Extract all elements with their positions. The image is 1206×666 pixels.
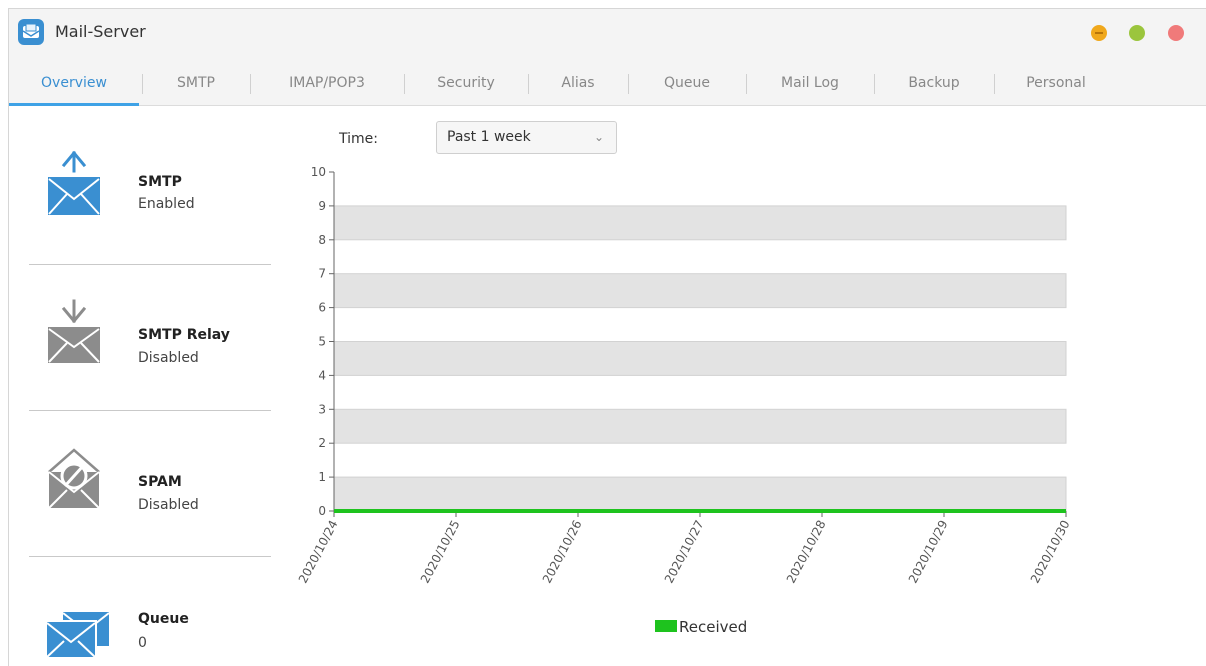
- sidebar-item-name: SPAM: [138, 474, 182, 490]
- y-tick-label: 2: [318, 436, 326, 450]
- sidebar-divider: [29, 264, 271, 265]
- y-tick-label: 9: [318, 199, 326, 213]
- time-range-value: Past 1 week: [447, 129, 531, 145]
- app-title: Mail-Server: [55, 22, 146, 41]
- sidebar-item-status: Disabled: [138, 350, 199, 366]
- mail-server-window: Mail-Server Overview SMTP IMAP/POP3 Secu…: [8, 8, 1206, 666]
- mail-queue-icon: [44, 609, 112, 663]
- grid-band: [333, 273, 1067, 309]
- grid-band: [333, 476, 1067, 512]
- tab-alias[interactable]: Alias: [529, 61, 627, 105]
- y-tick-label: 8: [318, 233, 326, 247]
- time-range-select[interactable]: Past 1 week ⌄: [436, 121, 617, 154]
- x-tick-label: 2020/10/26: [540, 518, 585, 586]
- tab-bar: Overview SMTP IMAP/POP3 Security Alias Q…: [9, 61, 1206, 106]
- legend-swatch-received: [655, 619, 677, 632]
- tab-mail-log[interactable]: Mail Log: [747, 61, 873, 105]
- sidebar-item-name: SMTP Relay: [138, 327, 230, 343]
- mail-server-app-icon: [18, 19, 44, 45]
- chevron-down-icon: ⌄: [593, 130, 604, 144]
- x-tick-label: 2020/10/25: [418, 518, 463, 586]
- sidebar-item-name: Queue: [138, 611, 189, 627]
- y-tick-label: 3: [318, 402, 326, 416]
- sidebar-item-status: Enabled: [138, 196, 195, 212]
- tab-security[interactable]: Security: [405, 61, 527, 105]
- time-filter-label: Time:: [339, 131, 378, 147]
- sidebar-item-status: 0: [138, 635, 147, 651]
- sidebar-divider: [29, 556, 271, 557]
- close-button[interactable]: [1168, 25, 1184, 41]
- grid-band: [333, 408, 1067, 444]
- y-tick-label: 1: [318, 470, 326, 484]
- sidebar-item-smtp-relay: SMTP Relay Disabled: [29, 297, 271, 443]
- x-tick-label: 2020/10/24: [296, 518, 341, 586]
- sidebar-item-status: Disabled: [138, 497, 199, 513]
- chart-legend: Received: [655, 618, 747, 636]
- y-tick-label: 6: [318, 301, 326, 315]
- grid-band: [333, 205, 1067, 241]
- y-tick-label: 0: [318, 504, 326, 518]
- x-tick-label: 2020/10/30: [1028, 518, 1073, 586]
- tab-backup[interactable]: Backup: [875, 61, 993, 105]
- maximize-button[interactable]: [1129, 25, 1145, 41]
- mail-send-icon: [47, 149, 101, 221]
- minimize-button[interactable]: [1091, 25, 1107, 41]
- grid-band: [333, 341, 1067, 376]
- sidebar-item-queue: Queue 0: [29, 589, 271, 666]
- mail-receive-icon: [47, 297, 101, 369]
- x-tick-label: 2020/10/29: [906, 518, 951, 586]
- sidebar-item-spam: SPAM Disabled: [29, 446, 271, 592]
- sidebar-divider: [29, 410, 271, 411]
- y-tick-label: 7: [318, 267, 326, 281]
- tab-queue[interactable]: Queue: [629, 61, 745, 105]
- y-tick-label: 5: [318, 335, 326, 349]
- received-mail-chart: 0 1 2 3 4 5 6 7 8 9 10 2020/10/24 2020/10/25 2020/10/…: [296, 165, 1073, 586]
- y-tick-label: 10: [311, 165, 326, 179]
- sidebar-item-smtp: SMTP Enabled: [29, 149, 271, 295]
- tab-overview[interactable]: Overview: [9, 61, 139, 106]
- tab-imap-pop3[interactable]: IMAP/POP3: [251, 61, 403, 105]
- x-tick-label: 2020/10/28: [784, 518, 829, 586]
- spam-filter-icon: [47, 446, 101, 514]
- x-tick-label: 2020/10/27: [662, 518, 707, 586]
- title-bar: Mail-Server: [9, 9, 1206, 61]
- y-tick-label: 4: [318, 368, 326, 382]
- tab-personal[interactable]: Personal: [995, 61, 1117, 105]
- sidebar-item-name: SMTP: [138, 174, 182, 190]
- legend-label-received: Received: [679, 618, 748, 636]
- tab-smtp[interactable]: SMTP: [143, 61, 249, 105]
